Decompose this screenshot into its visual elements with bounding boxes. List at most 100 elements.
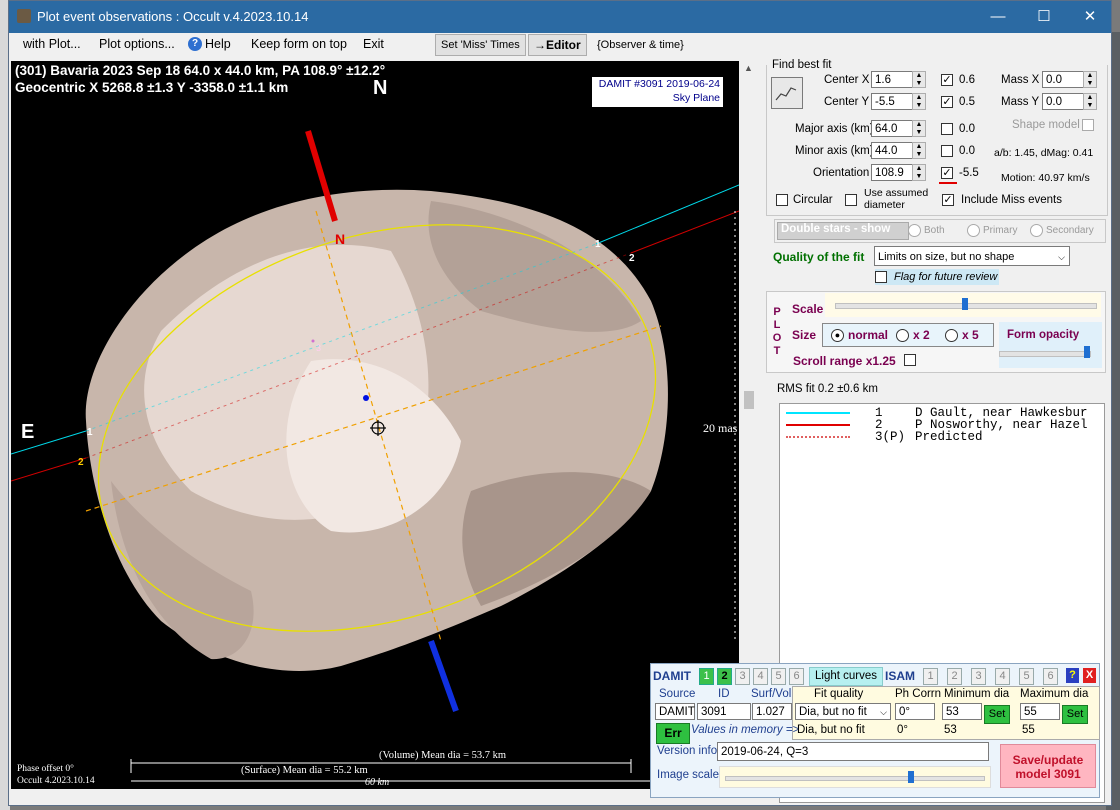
best-fit-button[interactable] [771,77,803,109]
isam-tab-5[interactable]: 5 [1019,668,1034,685]
source-field[interactable]: DAMIT [655,703,695,720]
editor-button[interactable]: →Editor [528,34,587,56]
major-axis-spinner[interactable]: ▲ ▼ [912,120,926,137]
ellipse-center-dot [363,395,369,401]
image-scale-slider-thumb[interactable] [907,771,914,783]
source-label: Source [659,688,696,700]
east-label: E [21,421,35,443]
isam-tab-6[interactable]: 6 [1043,668,1058,685]
mass-y-input[interactable]: 0.0 [1042,93,1084,110]
ph-corrn-field[interactable]: 0° [895,703,935,720]
circular-checkbox[interactable] [776,194,788,206]
observer-time-menu[interactable]: {Observer & time} [597,39,684,51]
damit-tab-3[interactable]: 3 [735,668,750,685]
plot-canvas[interactable]: (301) Bavaria 2023 Sep 18 64.0 x 44.0 km… [11,61,739,789]
major-fit-checkbox[interactable] [941,123,953,135]
size-x2-radio[interactable] [896,329,909,342]
quality-of-fit-dropdown[interactable]: Limits on size, but no shape ⌵ [874,246,1070,266]
isam-label: ISAM [885,669,915,683]
damit-tab-5[interactable]: 5 [771,668,786,685]
image-scale-slider[interactable] [725,776,985,781]
size-normal-radio[interactable]: ● [831,329,844,342]
south-pole-indicator [428,639,459,713]
size-x2-label: x 2 [913,328,930,342]
include-miss-checkbox[interactable]: ✓ [942,194,954,206]
min-dia-label: Minimum dia [944,688,1010,700]
isam-tab-4[interactable]: 4 [995,668,1010,685]
primary-radio[interactable] [967,224,980,237]
orientation-fit-checkbox[interactable]: ✓ [941,167,953,179]
shape-model-checkbox[interactable] [1082,119,1094,131]
center-y-fit-checkbox[interactable]: ✓ [941,96,953,108]
minimize-button[interactable]: — [975,1,1021,33]
isam-tab-3[interactable]: 3 [971,668,986,685]
double-stars-button[interactable]: Double stars - show [777,222,909,240]
opacity-slider[interactable] [999,351,1091,357]
isam-tab-2[interactable]: 2 [947,668,962,685]
menu-help[interactable]: Help [205,37,231,51]
max-dia-set-button[interactable]: Set [1062,705,1088,724]
isam-tab-1[interactable]: 1 [923,668,938,685]
menu-keep-on-top[interactable]: Keep form on top [251,37,347,51]
scale-label: Scale [792,302,824,316]
damit-tab-4[interactable]: 4 [753,668,768,685]
mass-y-spinner[interactable]: ▲ ▼ [1083,93,1097,110]
menu-with-plot[interactable]: with Plot... [23,37,81,51]
damit-tab-2[interactable]: 2 [717,668,732,685]
menu-plot-options[interactable]: Plot options... [99,37,175,51]
both-radio[interactable] [908,224,921,237]
version-info-field[interactable]: 2019-06-24, Q=3 [717,742,989,761]
orientation-input[interactable]: 108.9 [871,164,913,181]
use-assumed-checkbox[interactable] [845,194,857,206]
size-x5-radio[interactable] [945,329,958,342]
center-x-fit-checkbox[interactable]: ✓ [941,74,953,86]
scroll-thumb[interactable] [744,391,754,409]
flag-review-checkbox[interactable] [875,271,887,283]
mass-x-spinner[interactable]: ▲ ▼ [1083,71,1097,88]
minor-axis-input[interactable]: 44.0 [871,142,913,159]
center-y-spinner[interactable]: ▲ ▼ [912,93,926,110]
mas-scale-label: 20 mas [703,421,738,435]
minor-fit-checkbox[interactable] [941,145,953,157]
secondary-label: Secondary [1046,225,1094,236]
center-x-input[interactable]: 1.6 [871,71,913,88]
max-dia-label: Maximum dia [1020,688,1089,700]
damit-help-button[interactable]: ? [1066,668,1079,683]
size-x5-label: x 5 [962,328,979,342]
id-field[interactable]: 3091 [697,703,751,720]
max-dia-field[interactable]: 55 [1020,703,1060,720]
opacity-slider-thumb[interactable] [1084,346,1091,358]
secondary-radio[interactable] [1030,224,1043,237]
center-x-spinner[interactable]: ▲ ▼ [912,71,926,88]
sky-plane-text: Sky Plane [672,92,720,104]
close-button[interactable]: ✕ [1067,1,1111,33]
version-info-label: Version info [657,745,718,757]
set-miss-times-button[interactable]: Set 'Miss' Times [435,34,526,56]
damit-close-button[interactable]: X [1083,668,1096,683]
scroll-range-checkbox[interactable] [904,354,916,366]
minor-axis-spinner[interactable]: ▲ ▼ [912,142,926,159]
orientation-spinner[interactable]: ▲ ▼ [912,164,926,181]
volume-dia-label: (Volume) Mean dia = 53.7 km [379,750,507,761]
maximize-button[interactable]: ☐ [1021,1,1067,33]
scale-slider-thumb[interactable] [962,298,968,310]
center-y-input[interactable]: -5.5 [871,93,913,110]
plot-header-line1: (301) Bavaria 2023 Sep 18 64.0 x 44.0 km… [15,63,386,78]
primary-label: Primary [983,225,1018,236]
save-update-button[interactable]: Save/update model 3091 [1000,744,1096,788]
fit-quality-dropdown[interactable]: Dia, but no fit ⌵ [795,703,891,720]
surfvol-field[interactable]: 1.027 [752,703,792,720]
damit-tab-6[interactable]: 6 [789,668,804,685]
min-dia-field[interactable]: 53 [942,703,982,720]
mass-x-input[interactable]: 0.0 [1042,71,1084,88]
shape-model-label: Shape model [1012,119,1080,131]
major-axis-input[interactable]: 64.0 [871,120,913,137]
err-button[interactable]: Err [656,723,690,744]
damit-model-label: DAMIT #3091 2019-06-24 Sky Plane [592,77,723,107]
damit-tab-1[interactable]: 1 [699,668,714,685]
menu-exit[interactable]: Exit [363,37,384,51]
scroll-up-arrow-icon[interactable]: ▲ [744,63,753,73]
light-curves-button[interactable]: Light curves [809,667,884,686]
motion-text: Motion: 40.97 km/s [1001,172,1090,184]
min-dia-set-button[interactable]: Set [984,705,1010,724]
